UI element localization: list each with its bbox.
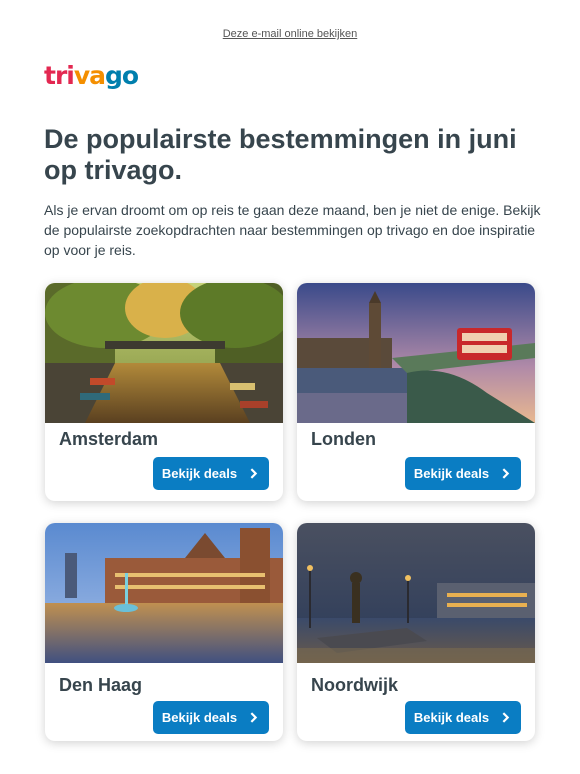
chevron-right-icon bbox=[502, 712, 510, 723]
view-deals-button[interactable]: Bekijk deals bbox=[153, 457, 269, 490]
button-label: Bekijk deals bbox=[413, 466, 490, 481]
button-label: Bekijk deals bbox=[161, 466, 238, 481]
logo-part-2: va bbox=[73, 61, 106, 90]
amsterdam-canal-image bbox=[45, 283, 283, 423]
london-bridge-image bbox=[297, 283, 535, 423]
button-label: Bekijk deals bbox=[161, 710, 238, 725]
city-name: Noordwijk bbox=[311, 675, 399, 695]
chevron-right-icon bbox=[250, 468, 258, 479]
headline: De populairste bestemmingen in juni op t… bbox=[44, 124, 517, 185]
view-deals-button[interactable]: Bekijk deals bbox=[405, 457, 521, 490]
destination-card-amsterdam[interactable]: Amsterdam Bekijk deals bbox=[45, 283, 283, 501]
intro-text: Als je ervan droomt om op reis te gaan d… bbox=[44, 202, 541, 258]
trivago-logo[interactable]: trivago bbox=[44, 61, 139, 90]
destination-card-noordwijk[interactable]: Noordwijk Bekijk deals bbox=[297, 523, 535, 741]
city-name: Den Haag bbox=[59, 675, 143, 695]
view-deals-button[interactable]: Bekijk deals bbox=[405, 701, 521, 734]
noordwijk-boulevard-image bbox=[297, 523, 535, 663]
button-label: Bekijk deals bbox=[413, 710, 490, 725]
den-haag-binnenhof-image bbox=[45, 523, 283, 663]
logo-part-1: tri bbox=[44, 61, 75, 90]
destination-card-den-haag[interactable]: Den Haag Bekijk deals bbox=[45, 523, 283, 741]
destination-card-londen[interactable]: Londen Bekijk deals bbox=[297, 283, 535, 501]
city-name: Amsterdam bbox=[59, 429, 159, 449]
chevron-right-icon bbox=[502, 468, 510, 479]
logo-part-3: go bbox=[105, 61, 139, 90]
view-online-link[interactable]: Deze e-mail online bekijken bbox=[0, 28, 580, 40]
city-name: Londen bbox=[311, 429, 376, 449]
email-body: Deze e-mail online bekijken trivago De p… bbox=[0, 0, 580, 774]
view-deals-button[interactable]: Bekijk deals bbox=[153, 701, 269, 734]
chevron-right-icon bbox=[250, 712, 258, 723]
